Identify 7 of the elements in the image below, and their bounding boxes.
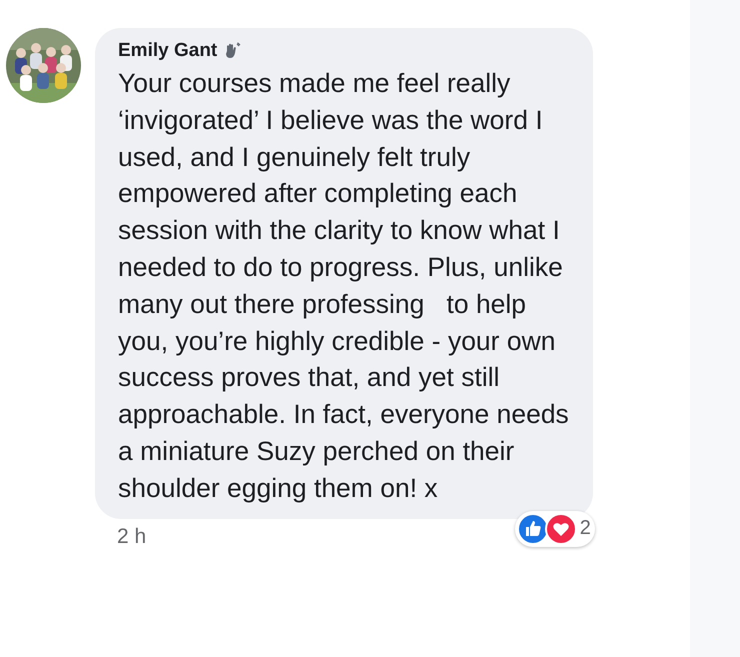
comment-text: Your courses made me feel really ‘invigorated’ I believe was the word I used, and I genuinely felt truly empowered after completing each session with the clarity to know what I needed to do to progress. Plus, unlike many out there professing to help you, you’re highly credible - your own success proves that, and yet still approachable. In fact, everyone needs a miniature Suzy perched on their shoulder egging them on! x	[118, 67, 569, 505]
author-name[interactable]: Emily Gant	[118, 40, 218, 62]
like-icon	[516, 512, 549, 545]
reaction-summary[interactable]: 2	[514, 510, 595, 547]
comment-time[interactable]: 2 h	[117, 524, 146, 549]
reaction-count: 2	[580, 517, 591, 540]
waving-hand-icon	[223, 42, 242, 60]
